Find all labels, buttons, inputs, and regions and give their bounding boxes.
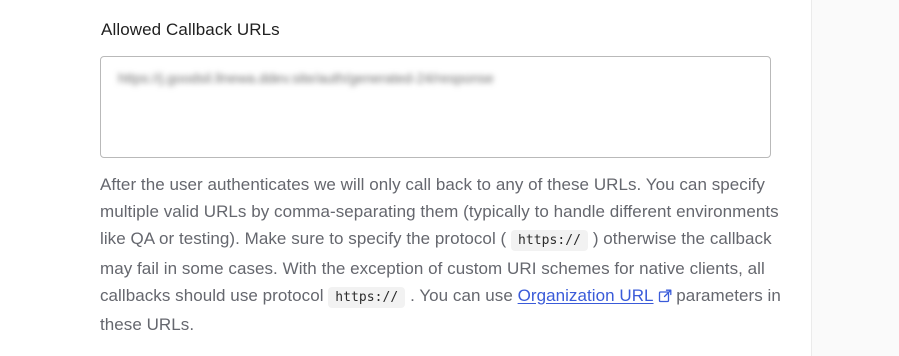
right-side-panel: [811, 0, 899, 356]
external-link-icon[interactable]: [658, 289, 672, 303]
callback-urls-help-text: After the user authenticates we will onl…: [100, 171, 790, 338]
organization-url-link-label: Organization URL: [517, 285, 654, 305]
protocol-code-1: https://: [511, 230, 589, 252]
help-text-part-3: . You can use: [405, 285, 518, 305]
page: Allowed Callback URLs https://j.goodsil.…: [0, 0, 899, 356]
allowed-callback-urls-textarea[interactable]: https://j.goodsil.llnewa.ddev.site/auth/…: [100, 56, 771, 158]
protocol-code-2: https://: [328, 286, 406, 308]
callback-url-value: https://j.goodsil.llnewa.ddev.site/auth/…: [118, 70, 494, 86]
organization-url-link[interactable]: Organization URL: [518, 286, 654, 305]
allowed-callback-urls-label: Allowed Callback URLs: [101, 20, 280, 39]
